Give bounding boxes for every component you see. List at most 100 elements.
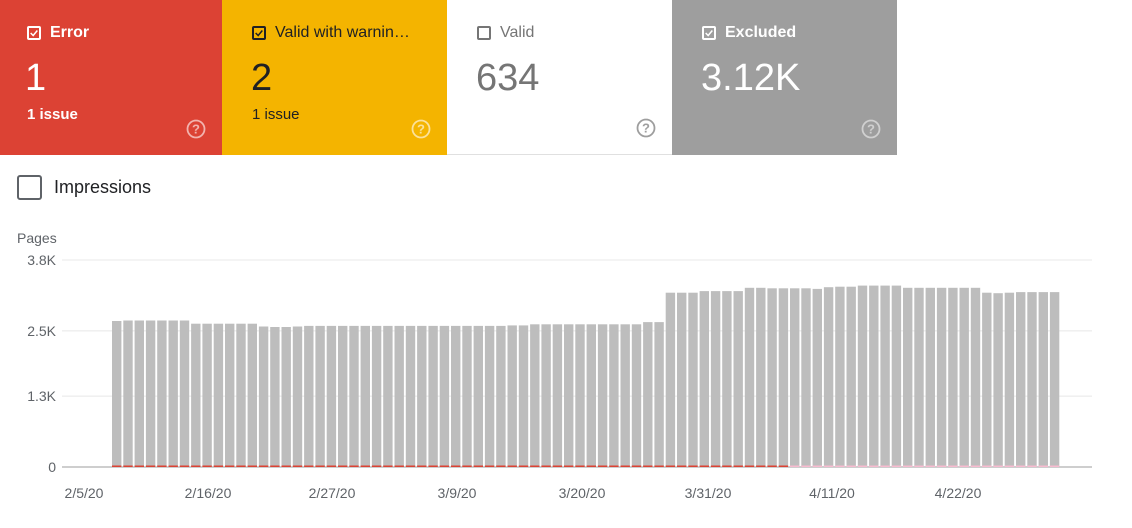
excluded-tile[interactable]: Excluded 3.12K ? bbox=[672, 0, 897, 155]
impressions-label: Impressions bbox=[54, 177, 152, 197]
help-icon[interactable]: ? bbox=[861, 119, 881, 139]
bar[interactable] bbox=[846, 286, 856, 467]
bar[interactable] bbox=[258, 326, 269, 468]
bar[interactable] bbox=[371, 325, 382, 467]
bar[interactable] bbox=[484, 325, 495, 467]
bar[interactable] bbox=[123, 320, 133, 468]
bar[interactable] bbox=[597, 324, 608, 467]
bar[interactable] bbox=[733, 291, 743, 467]
bar[interactable] bbox=[281, 327, 291, 467]
bar[interactable] bbox=[213, 323, 224, 467]
bar[interactable] bbox=[304, 325, 314, 467]
bar[interactable] bbox=[767, 288, 777, 467]
bar[interactable] bbox=[903, 287, 913, 467]
checkbox-checked-icon[interactable] bbox=[252, 26, 266, 40]
bar[interactable] bbox=[134, 320, 144, 468]
bar[interactable] bbox=[179, 320, 190, 468]
bar[interactable] bbox=[552, 324, 563, 467]
bar[interactable] bbox=[1038, 292, 1048, 467]
checkbox-checked-icon[interactable] bbox=[702, 26, 716, 40]
bar[interactable] bbox=[349, 325, 359, 467]
bar[interactable] bbox=[541, 324, 551, 467]
bar[interactable] bbox=[439, 325, 450, 467]
bar[interactable] bbox=[292, 326, 303, 468]
bar[interactable] bbox=[360, 325, 370, 467]
bar[interactable] bbox=[665, 292, 676, 467]
bar[interactable] bbox=[394, 325, 404, 467]
bar[interactable] bbox=[710, 291, 721, 467]
bar[interactable] bbox=[338, 325, 348, 467]
bar[interactable] bbox=[993, 293, 1003, 467]
help-icon[interactable]: ? bbox=[186, 119, 206, 139]
bar[interactable] bbox=[812, 288, 822, 467]
warning-tile[interactable]: Valid with warnin… 2 1 issue ? bbox=[222, 0, 447, 155]
bar[interactable] bbox=[315, 325, 325, 467]
bar[interactable] bbox=[756, 287, 766, 467]
bar[interactable] bbox=[145, 320, 156, 468]
bar[interactable] bbox=[225, 323, 235, 467]
bar[interactable] bbox=[270, 327, 280, 467]
bar[interactable] bbox=[790, 288, 800, 467]
bar[interactable] bbox=[575, 324, 585, 467]
bar[interactable] bbox=[518, 325, 529, 467]
bar[interactable] bbox=[202, 323, 212, 467]
valid-tile-value: 634 bbox=[476, 57, 540, 99]
bar[interactable] bbox=[722, 291, 732, 467]
bar[interactable] bbox=[609, 324, 619, 467]
bar[interactable] bbox=[835, 286, 845, 467]
bar[interactable] bbox=[247, 323, 257, 467]
bar[interactable] bbox=[857, 285, 868, 467]
bar[interactable] bbox=[326, 325, 337, 467]
bar[interactable] bbox=[677, 292, 687, 467]
bar[interactable] bbox=[417, 325, 427, 467]
bar[interactable] bbox=[496, 325, 506, 467]
bar[interactable] bbox=[428, 325, 438, 467]
bar[interactable] bbox=[383, 325, 393, 467]
bar[interactable] bbox=[564, 324, 574, 467]
bar[interactable] bbox=[823, 287, 834, 467]
bar[interactable] bbox=[982, 292, 992, 467]
help-icon[interactable]: ? bbox=[411, 119, 431, 139]
bar[interactable] bbox=[462, 325, 472, 467]
bar[interactable] bbox=[1027, 292, 1037, 467]
valid-tile[interactable]: Valid 634 ? bbox=[447, 0, 672, 155]
bar[interactable] bbox=[891, 285, 902, 467]
bar[interactable] bbox=[914, 287, 924, 467]
bar[interactable] bbox=[236, 323, 246, 467]
bar[interactable] bbox=[654, 322, 664, 467]
bar[interactable] bbox=[586, 324, 596, 467]
bar[interactable] bbox=[530, 324, 540, 467]
bar[interactable] bbox=[699, 291, 709, 467]
bar[interactable] bbox=[1016, 292, 1026, 467]
bar[interactable] bbox=[643, 322, 653, 467]
error-tile[interactable]: Error 1 1 issue ? bbox=[0, 0, 222, 155]
bar[interactable] bbox=[880, 285, 890, 467]
bar[interactable] bbox=[869, 285, 879, 467]
bar[interactable] bbox=[405, 325, 416, 467]
bar[interactable] bbox=[473, 325, 483, 467]
bar[interactable] bbox=[112, 321, 122, 467]
bar[interactable] bbox=[925, 287, 935, 467]
bar[interactable] bbox=[451, 325, 461, 467]
checkbox-unchecked-icon[interactable] bbox=[17, 175, 42, 200]
help-icon[interactable]: ? bbox=[636, 118, 656, 138]
bar[interactable] bbox=[168, 320, 178, 468]
bar[interactable] bbox=[1049, 292, 1060, 467]
bar[interactable] bbox=[744, 287, 755, 467]
bar[interactable] bbox=[191, 323, 201, 467]
bar[interactable] bbox=[936, 287, 947, 467]
bar[interactable] bbox=[1004, 292, 1015, 467]
bar[interactable] bbox=[157, 320, 167, 468]
bar[interactable] bbox=[948, 287, 958, 467]
impressions-toggle[interactable]: Impressions bbox=[17, 175, 151, 200]
bar[interactable] bbox=[970, 287, 981, 467]
bar[interactable] bbox=[688, 292, 698, 467]
bar[interactable] bbox=[507, 325, 517, 467]
bar[interactable] bbox=[959, 287, 969, 467]
checkbox-checked-icon[interactable] bbox=[27, 26, 41, 40]
bar[interactable] bbox=[631, 324, 642, 467]
checkbox-unchecked-icon[interactable] bbox=[477, 26, 491, 40]
bar[interactable] bbox=[778, 288, 789, 467]
bar[interactable] bbox=[620, 324, 630, 467]
bar[interactable] bbox=[801, 288, 811, 467]
